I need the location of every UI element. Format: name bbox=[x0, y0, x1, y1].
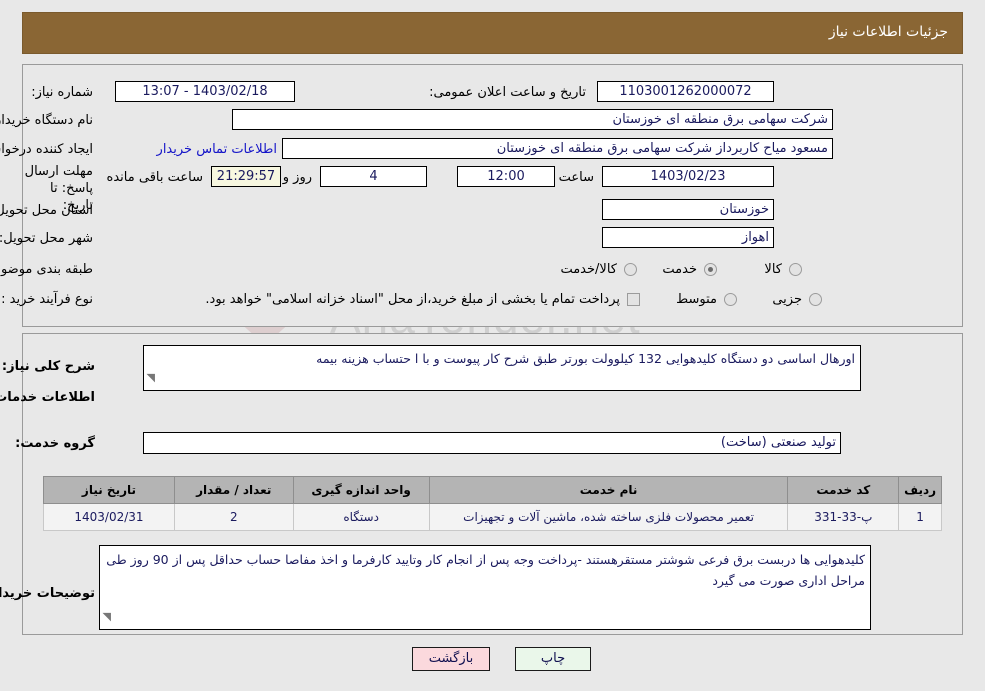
col-header-row: ردیف bbox=[898, 476, 942, 504]
cell-code: پ-33-331 bbox=[787, 503, 900, 531]
col-header-code: کد خدمت bbox=[787, 476, 900, 504]
radio-purchase-jozei-label: جزیی bbox=[772, 292, 802, 307]
need-number-label: شماره نیاز: bbox=[31, 85, 93, 100]
buyer-notes-resize-handle[interactable]: ◥ bbox=[103, 610, 111, 623]
radio-purchase-jozei[interactable] bbox=[809, 293, 822, 306]
page-root: AriaTender.net جزئیات اطلاعات نیاز شماره… bbox=[0, 0, 985, 691]
radio-purchase-motevaset[interactable] bbox=[724, 293, 737, 306]
radio-category-kala[interactable] bbox=[789, 263, 802, 276]
general-need-textarea[interactable]: اورهال اساسی دو دستگاه کلیدهوایی 132 کیل… bbox=[143, 345, 861, 391]
col-header-unit: واحد اندازه گیری bbox=[292, 476, 430, 504]
hour-label: ساعت bbox=[558, 170, 594, 185]
col-header-name: نام خدمت bbox=[428, 476, 789, 504]
buyer-org-value: شرکت سهامی برق منطقه ای خوزستان bbox=[232, 109, 833, 130]
table-header-row: ردیف کد خدمت نام خدمت واحد اندازه گیری ت… bbox=[43, 476, 942, 504]
services-info-heading: اطلاعات خدمات مورد نیاز bbox=[0, 390, 95, 405]
col-header-date: تاریخ نیاز bbox=[43, 476, 175, 504]
cell-name: تعمیر محصولات فلزی ساخته شده، ماشین آلات… bbox=[428, 503, 789, 531]
back-button[interactable]: بازگشت bbox=[412, 647, 490, 671]
radio-category-kala-label: کالا bbox=[764, 262, 782, 277]
print-button[interactable]: چاپ bbox=[515, 647, 591, 671]
cell-row: 1 bbox=[898, 503, 942, 531]
radio-category-kala-khedmat[interactable] bbox=[624, 263, 637, 276]
hour-value: 12:00 bbox=[457, 166, 555, 187]
general-need-label: شرح کلی نیاز: bbox=[1, 359, 95, 374]
checkbox-islamic-treasury-bonds[interactable] bbox=[627, 293, 640, 306]
buyer-org-label: نام دستگاه خریدار: bbox=[0, 113, 93, 128]
buyer-notes-label: توضیحات خریدار: bbox=[0, 586, 95, 601]
province-label: استان محل تحویل: bbox=[0, 203, 93, 218]
cell-date: 1403/02/31 bbox=[43, 503, 175, 531]
buyer-contact-link[interactable]: اطلاعات تماس خریدار bbox=[157, 142, 277, 157]
checkbox-islamic-treasury-bonds-label: پرداخت تمام یا بخشی از مبلغ خرید،از محل … bbox=[205, 292, 620, 307]
radio-category-khedmat-label: خدمت bbox=[662, 262, 697, 277]
category-label: طبقه بندی موضوعی: bbox=[0, 262, 93, 277]
col-header-quantity: تعداد / مقدار bbox=[173, 476, 294, 504]
requester-value: مسعود میاح کاربرداز شرکت سهامی برق منطقه… bbox=[282, 138, 833, 159]
service-group-label: گروه خدمت: bbox=[15, 436, 95, 451]
announce-datetime-label: تاریخ و ساعت اعلان عمومی: bbox=[429, 85, 586, 100]
need-info-panel bbox=[22, 64, 963, 327]
radio-category-kala-khedmat-label: کالا/خدمت bbox=[560, 262, 617, 277]
purchase-type-label: نوع فرآیند خرید : bbox=[1, 292, 93, 307]
page-title: جزئیات اطلاعات نیاز bbox=[828, 24, 948, 40]
deadline-date-value: 1403/02/23 bbox=[602, 166, 774, 187]
services-table: ردیف کد خدمت نام خدمت واحد اندازه گیری ت… bbox=[43, 476, 942, 531]
need-number-value: 1103001262000072 bbox=[597, 81, 774, 102]
radio-category-khedmat[interactable] bbox=[704, 263, 717, 276]
city-label: شهر محل تحویل: bbox=[0, 231, 93, 246]
province-value: خوزستان bbox=[602, 199, 774, 220]
countdown-value: 21:29:57 bbox=[211, 166, 281, 187]
radio-purchase-motevaset-label: متوسط bbox=[676, 292, 717, 307]
remaining-days-value: 4 bbox=[320, 166, 427, 187]
buyer-notes-textarea[interactable]: کلیدهوایی ها دربست برق فرعی شوشتر مستقره… bbox=[99, 545, 871, 630]
service-group-value: تولید صنعتی (ساخت) bbox=[143, 432, 841, 454]
days-label: روز و bbox=[282, 170, 312, 185]
countdown-label: ساعت باقی مانده bbox=[106, 170, 203, 185]
table-row: 1 پ-33-331 تعمیر محصولات فلزی ساخته شده،… bbox=[43, 503, 942, 531]
announce-datetime-value: 1403/02/18 - 13:07 bbox=[115, 81, 295, 102]
requester-label: ایجاد کننده درخواست: bbox=[0, 142, 93, 157]
cell-unit: دستگاه bbox=[292, 503, 430, 531]
header-bar: جزئیات اطلاعات نیاز bbox=[22, 12, 963, 54]
city-value: اهواز bbox=[602, 227, 774, 248]
general-need-resize-handle[interactable]: ◥ bbox=[147, 371, 155, 384]
cell-quantity: 2 bbox=[173, 503, 294, 531]
